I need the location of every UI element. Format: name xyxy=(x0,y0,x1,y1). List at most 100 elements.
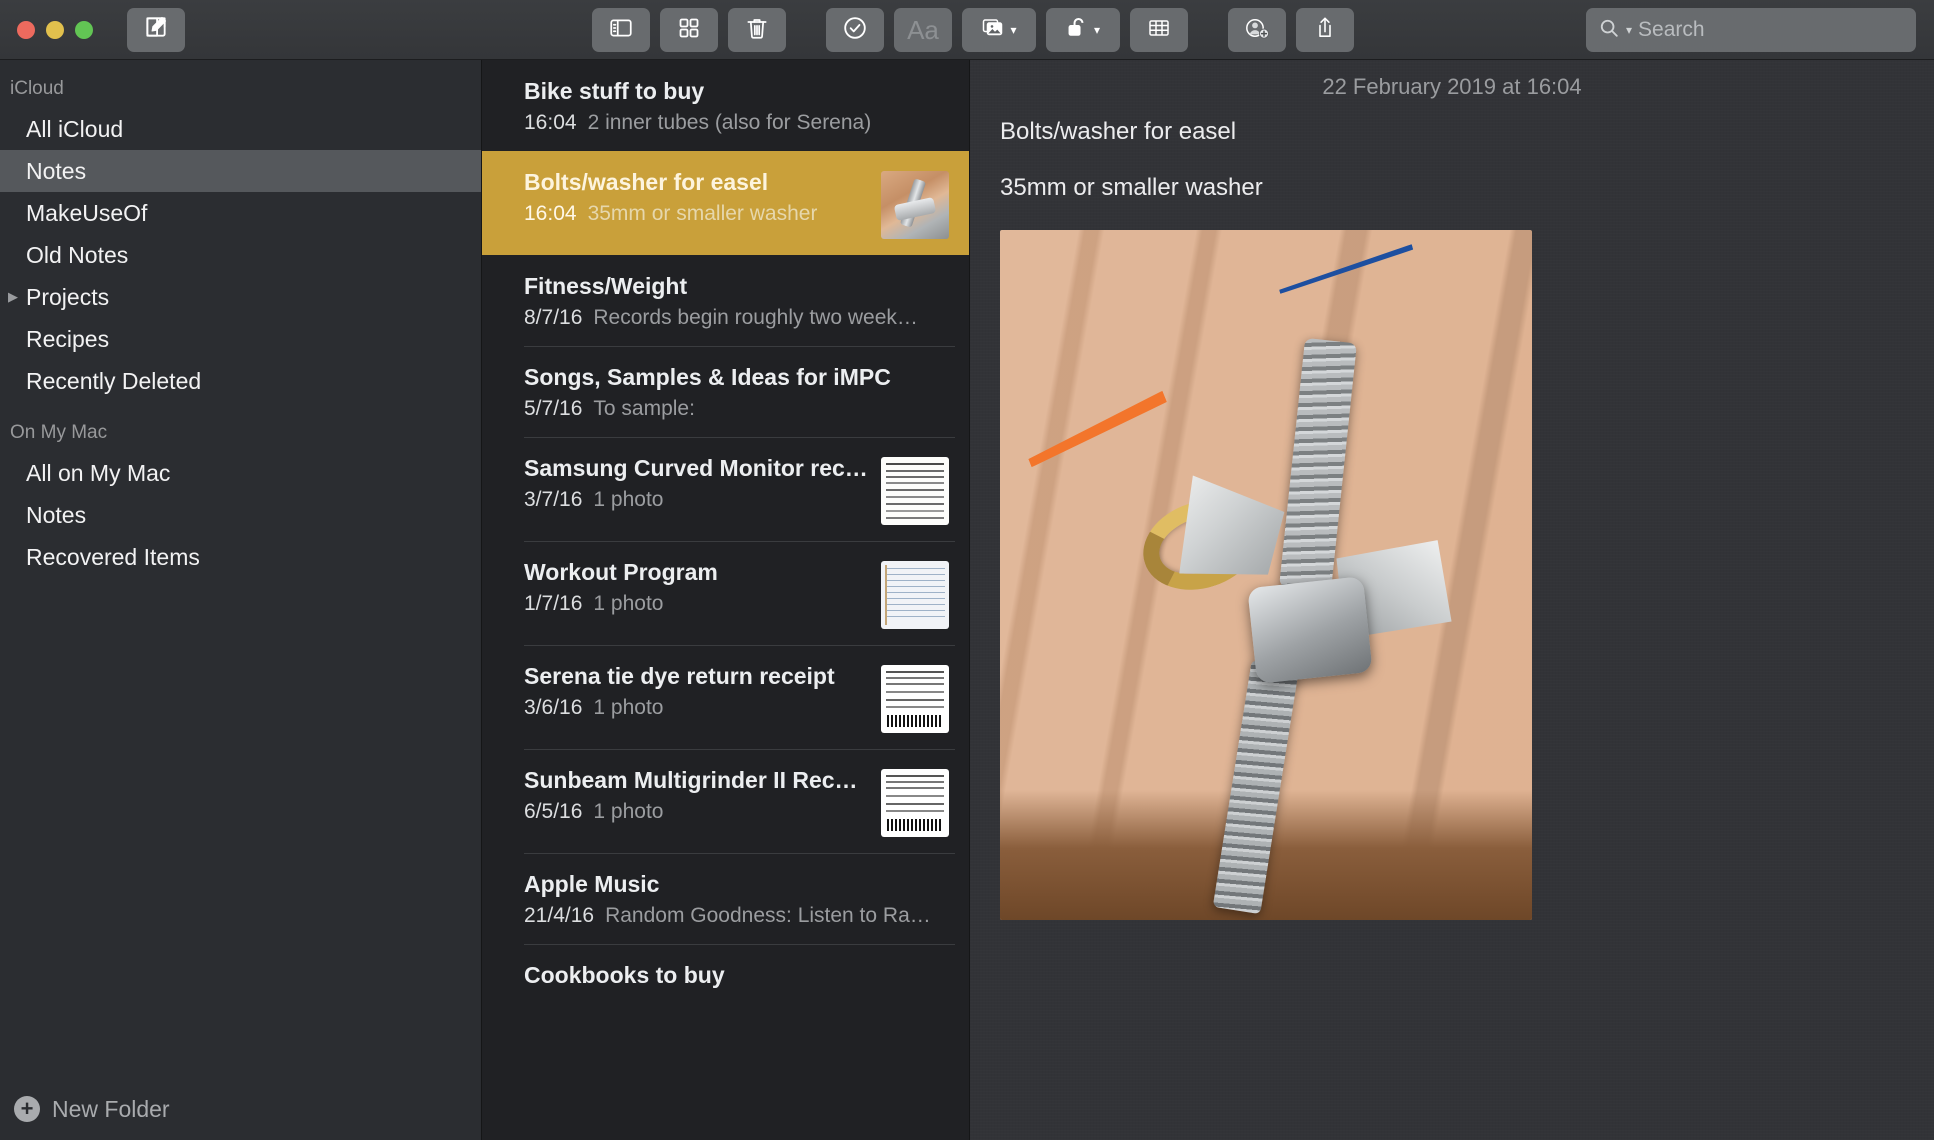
share-note-button[interactable] xyxy=(1296,8,1354,52)
note-item-date: 3/7/16 xyxy=(524,488,583,511)
row-separator xyxy=(524,749,955,750)
share-icon xyxy=(1313,15,1337,46)
note-item-meta: 16:04 35mm or smaller washer xyxy=(524,202,869,226)
note-item-text: Fitness/Weight 8/7/16 Records begin roug… xyxy=(524,273,949,330)
sidebar-item-projects[interactable]: ▶ Projects xyxy=(0,276,481,318)
insert-media-button[interactable]: ▾ xyxy=(962,8,1036,52)
row-separator xyxy=(524,645,955,646)
sidebar-item-label: All on My Mac xyxy=(26,459,171,486)
gallery-view-button[interactable] xyxy=(660,8,718,52)
sidebar-item-label: All iCloud xyxy=(26,115,124,142)
delete-note-button[interactable] xyxy=(728,8,786,52)
sidebar-item-label: Old Notes xyxy=(26,241,129,268)
note-item-title: Serena tie dye return receipt xyxy=(524,663,835,689)
search-icon xyxy=(1598,17,1620,44)
sidebar-item-all-icloud[interactable]: All iCloud xyxy=(0,108,481,150)
note-list-item[interactable]: Bike stuff to buy 16:04 2 inner tubes (a… xyxy=(482,60,969,151)
sidebar-item-label: Recently Deleted xyxy=(26,367,202,394)
note-attachment-photo[interactable] xyxy=(1000,230,1532,920)
note-detail-line-title: Bolts/washer for easel xyxy=(1000,118,1237,145)
minimize-window-button[interactable] xyxy=(46,20,64,39)
note-item-date: 1/7/16 xyxy=(524,592,583,615)
note-list-item-selected[interactable]: Bolts/washer for easel 16:04 35mm or sma… xyxy=(482,151,969,255)
note-detail-line-body: 35mm or smaller washer xyxy=(1000,174,1263,201)
traffic-lights xyxy=(0,20,93,39)
sidebar-item-recovered-items[interactable]: Recovered Items xyxy=(0,536,481,578)
disclosure-triangle-icon[interactable]: ▶ xyxy=(4,288,22,306)
note-item-title: Sunbeam Multigrinder II Receipt xyxy=(524,767,869,793)
close-window-button[interactable] xyxy=(17,20,35,39)
sidebar-item-makeuseof[interactable]: MakeUseOf xyxy=(0,192,481,234)
sidebar-item-recently-deleted[interactable]: Recently Deleted xyxy=(0,360,481,402)
note-list-item[interactable]: Fitness/Weight 8/7/16 Records begin roug… xyxy=(482,255,969,346)
row-separator xyxy=(524,541,955,542)
row-separator xyxy=(524,944,955,945)
note-item-title: Songs, Samples & Ideas for iMPC xyxy=(524,364,891,390)
note-item-meta: 8/7/16 Records begin roughly two weeks a… xyxy=(524,306,949,330)
sidebar-item-label: Notes xyxy=(26,501,87,528)
sidebar-toggle-button[interactable] xyxy=(592,8,650,52)
note-item-text: Samsung Curved Monitor rece… 3/7/16 1 ph… xyxy=(524,455,869,512)
note-list-item[interactable]: Workout Program 1/7/16 1 photo xyxy=(482,541,969,645)
chevron-down-icon[interactable]: ▾ xyxy=(1626,24,1632,36)
chevron-down-icon: ▾ xyxy=(1093,23,1101,37)
toolbar-right-group: ▾ Search xyxy=(1586,8,1916,52)
compose-note-button[interactable] xyxy=(127,7,185,52)
note-item-title: Bolts/washer for easel xyxy=(524,169,769,195)
note-item-text: Bolts/washer for easel 16:04 35mm or sma… xyxy=(524,169,869,226)
sidebar-item-notes-icloud[interactable]: Notes xyxy=(0,150,481,192)
note-list-item[interactable]: Cookbooks to buy xyxy=(482,944,969,1034)
note-list-item[interactable]: Samsung Curved Monitor rece… 3/7/16 1 ph… xyxy=(482,437,969,541)
row-separator xyxy=(524,853,955,854)
note-item-date: 16:04 xyxy=(524,111,577,134)
note-item-meta: 5/7/16 To sample: xyxy=(524,397,949,421)
photo-bolt-hub xyxy=(1247,576,1373,684)
note-detail-body[interactable]: Bolts/washer for easel 35mm or smaller w… xyxy=(994,118,1910,920)
note-list-item[interactable]: Songs, Samples & Ideas for iMPC 5/7/16 T… xyxy=(482,346,969,437)
note-list-item[interactable]: Sunbeam Multigrinder II Receipt 6/5/16 1… xyxy=(482,749,969,853)
add-people-button[interactable] xyxy=(1228,8,1286,52)
note-detail-pane[interactable]: 22 February 2019 at 16:04 Bolts/washer f… xyxy=(970,60,1934,1140)
note-item-meta: 21/4/16 Random Goodness: Listen to Rand… xyxy=(524,904,949,928)
sidebar-icon xyxy=(608,15,634,46)
search-field[interactable]: ▾ Search xyxy=(1586,8,1916,52)
lock-note-button[interactable]: ▾ xyxy=(1046,8,1120,52)
note-item-date: 6/5/16 xyxy=(524,800,583,823)
note-item-title: Workout Program xyxy=(524,559,718,585)
format-text-button[interactable]: Aa xyxy=(894,8,952,52)
note-item-snippet: 1 photo xyxy=(593,696,664,719)
note-item-snippet: Random Goodness: Listen to Rand… xyxy=(605,904,936,927)
plus-icon: + xyxy=(14,1096,40,1122)
note-item-text: Apple Music 21/4/16 Random Goodness: Lis… xyxy=(524,871,949,928)
sidebar-item-all-on-my-mac[interactable]: All on My Mac xyxy=(0,452,481,494)
note-item-date: 3/6/16 xyxy=(524,696,583,719)
note-item-snippet: Records begin roughly two weeks af… xyxy=(593,306,924,329)
new-folder-button[interactable]: + New Folder xyxy=(0,1078,481,1140)
note-list-item[interactable]: Apple Music 21/4/16 Random Goodness: Lis… xyxy=(482,853,969,944)
note-list-item[interactable]: Serena tie dye return receipt 3/6/16 1 p… xyxy=(482,645,969,749)
row-separator xyxy=(524,346,955,347)
note-item-thumbnail xyxy=(881,665,949,733)
sidebar-section-header-on-my-mac: On My Mac xyxy=(10,422,108,443)
notes-window: Aa ▾ ▾ ▾ Search iCloud All iCloud Notes … xyxy=(0,0,1934,1140)
sidebar-item-recipes[interactable]: Recipes xyxy=(0,318,481,360)
grid-icon xyxy=(677,16,701,45)
note-item-title: Fitness/Weight xyxy=(524,273,688,299)
note-item-date: 8/7/16 xyxy=(524,306,583,329)
note-item-meta: 3/6/16 1 photo xyxy=(524,696,869,720)
sidebar-item-old-notes[interactable]: Old Notes xyxy=(0,234,481,276)
notes-list[interactable]: Bike stuff to buy 16:04 2 inner tubes (a… xyxy=(482,60,970,1140)
sidebar-scroll[interactable]: iCloud All iCloud Notes MakeUseOf Old No… xyxy=(0,60,481,1078)
zoom-window-button[interactable] xyxy=(75,20,93,39)
note-detail-date: 22 February 2019 at 16:04 xyxy=(1322,74,1582,99)
table-icon xyxy=(1146,16,1172,45)
sidebar-item-label: Notes xyxy=(26,157,87,184)
sidebar-item-notes-local[interactable]: Notes xyxy=(0,494,481,536)
note-item-text: Serena tie dye return receipt 3/6/16 1 p… xyxy=(524,663,869,720)
folders-sidebar: iCloud All iCloud Notes MakeUseOf Old No… xyxy=(0,60,482,1140)
checklist-button[interactable] xyxy=(826,8,884,52)
photo-icon xyxy=(981,16,1007,45)
note-item-snippet: 1 photo xyxy=(593,592,664,615)
insert-table-button[interactable] xyxy=(1130,8,1188,52)
window-body: iCloud All iCloud Notes MakeUseOf Old No… xyxy=(0,60,1934,1140)
